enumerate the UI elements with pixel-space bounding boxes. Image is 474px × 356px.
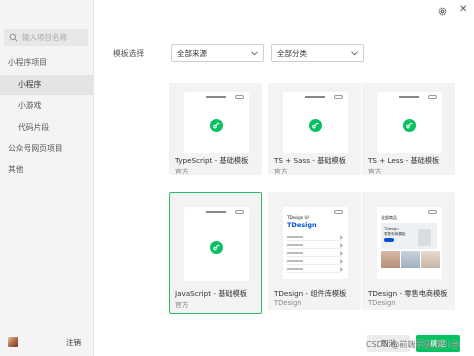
close-icon[interactable]: ✕ bbox=[459, 5, 467, 15]
template-preview bbox=[363, 84, 454, 153]
template-author: 官方 bbox=[175, 168, 189, 175]
product-image bbox=[401, 251, 420, 268]
phone-mockup bbox=[377, 92, 442, 153]
template-card-tdesign-components[interactable]: TDesign UI TDesign TDesign - 组件库模板 TDesi… bbox=[268, 192, 361, 310]
sidebar-item-other[interactable]: 其他 bbox=[0, 160, 93, 180]
chevron-down-icon bbox=[351, 50, 358, 55]
template-name: TDesign - 零售电商模板 bbox=[368, 289, 448, 298]
source-dropdown[interactable]: 全部来源 bbox=[171, 44, 264, 62]
phone-mockup bbox=[184, 92, 249, 153]
template-card-javascript[interactable]: JavaScript - 基础模板 官方 bbox=[169, 192, 262, 314]
template-name: TDesign - 组件库模板 bbox=[274, 289, 347, 298]
sidebar-footer: 注销 bbox=[0, 333, 93, 351]
sidebar-item-official-account-web[interactable]: 公众号网页项目 bbox=[0, 139, 93, 159]
search-icon bbox=[9, 33, 18, 42]
template-select-label: 模板选择 bbox=[113, 49, 145, 58]
phone-mockup bbox=[283, 92, 348, 153]
product-image bbox=[381, 251, 400, 268]
cancel-button[interactable]: 取消 bbox=[367, 335, 410, 352]
miniprogram-logo-icon bbox=[403, 119, 416, 132]
tdesign-logo: TDesign bbox=[287, 221, 317, 229]
phone-mockup bbox=[184, 207, 249, 281]
template-preview bbox=[170, 84, 261, 153]
search-box[interactable] bbox=[4, 29, 88, 46]
template-name: TypeScript - 基础模板 bbox=[175, 156, 249, 165]
phone-mockup: 全部商品 TDesign 零售电商模板 bbox=[377, 207, 442, 279]
sidebar-item-code-snippets[interactable]: 代码片段 bbox=[0, 118, 93, 138]
miniprogram-logo-icon bbox=[309, 119, 322, 132]
logout-button[interactable]: 注销 bbox=[66, 337, 81, 348]
search-input[interactable] bbox=[22, 33, 84, 42]
chevron-down-icon bbox=[251, 50, 258, 55]
template-preview bbox=[269, 84, 360, 153]
template-name: JavaScript - 基础模板 bbox=[175, 289, 247, 298]
template-name: TS + Sass - 基础模板 bbox=[274, 156, 346, 165]
template-preview: 全部商品 TDesign 零售电商模板 bbox=[363, 193, 454, 279]
retail-preview-head: 全部商品 bbox=[381, 215, 397, 220]
sidebar-item-minigame[interactable]: 小游戏 bbox=[0, 96, 93, 116]
miniprogram-logo-icon bbox=[210, 119, 223, 132]
template-card-ts-less[interactable]: TS + Less - 基础模板 官方 bbox=[362, 83, 455, 175]
tdesign-preview-head: TDesign UI bbox=[287, 215, 309, 220]
source-dropdown-value: 全部来源 bbox=[177, 48, 207, 58]
miniprogram-logo-icon bbox=[210, 241, 223, 254]
sidebar-item-miniprogram-projects[interactable]: 小程序项目 bbox=[0, 53, 93, 73]
retail-banner-line2: 零售电商模板 bbox=[384, 232, 406, 236]
confirm-button[interactable]: 确定 bbox=[416, 335, 460, 352]
template-author: 官方 bbox=[368, 168, 382, 175]
sidebar-item-miniprogram[interactable]: 小程序 bbox=[0, 75, 93, 95]
retail-banner-line1: TDesign bbox=[384, 227, 399, 231]
template-card-typescript[interactable]: TypeScript - 基础模板 官方 bbox=[169, 83, 262, 175]
template-author: 官方 bbox=[175, 301, 189, 309]
sidebar: 小程序项目 小程序 小游戏 代码片段 公众号网页项目 其他 注销 bbox=[0, 0, 94, 356]
phone-mockup: TDesign UI TDesign bbox=[283, 207, 348, 279]
avatar[interactable] bbox=[8, 337, 18, 347]
template-author: TDesign bbox=[368, 299, 396, 307]
template-preview: TDesign UI TDesign bbox=[269, 193, 360, 279]
template-card-ts-sass[interactable]: TS + Sass - 基础模板 官方 bbox=[268, 83, 361, 175]
retail-banner: TDesign 零售电商模板 bbox=[381, 223, 437, 249]
template-card-tdesign-retail[interactable]: 全部商品 TDesign 零售电商模板 TDesign - 零售电商模板 TDe… bbox=[362, 192, 455, 310]
template-author: 官方 bbox=[274, 168, 288, 175]
category-dropdown[interactable]: 全部分类 bbox=[271, 44, 364, 62]
template-author: TDesign bbox=[274, 299, 302, 307]
product-image bbox=[421, 251, 440, 268]
template-name: TS + Less - 基础模板 bbox=[368, 156, 440, 165]
template-preview bbox=[170, 193, 261, 281]
category-dropdown-value: 全部分类 bbox=[277, 48, 307, 58]
gear-icon[interactable] bbox=[437, 6, 448, 17]
